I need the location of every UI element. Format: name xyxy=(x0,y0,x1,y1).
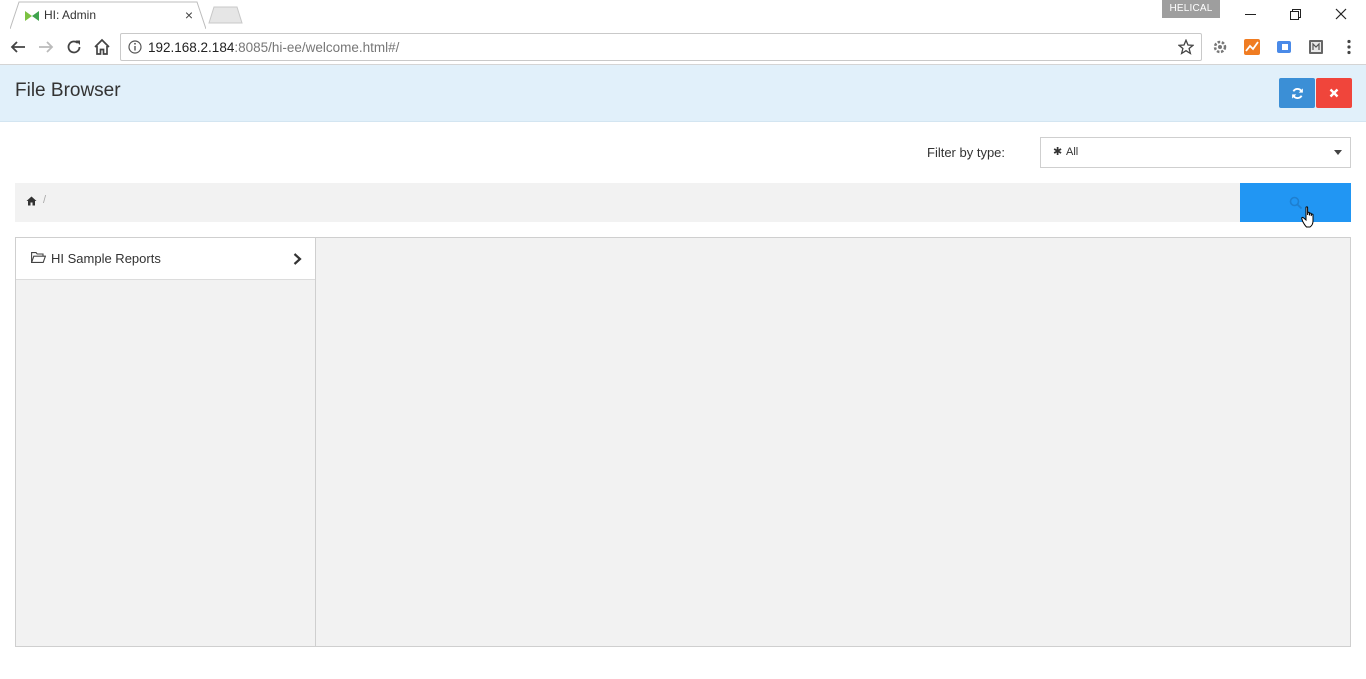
restore-icon xyxy=(1289,8,1301,20)
url-path: :8085/hi-ee/welcome.html#/ xyxy=(234,40,400,55)
browser-toolbar: 192.168.2.184:8085/hi-ee/welcome.html#/ xyxy=(0,29,1366,65)
close-panel-button[interactable] xyxy=(1316,78,1352,108)
back-button[interactable] xyxy=(6,35,30,59)
filter-selected-value: All xyxy=(1066,146,1079,158)
reload-button[interactable] xyxy=(62,35,86,59)
page-header: File Browser xyxy=(0,65,1366,122)
new-tab-button[interactable] xyxy=(208,6,244,24)
arrow-right-icon xyxy=(39,41,54,53)
extension-chart-icon[interactable] xyxy=(1243,38,1261,56)
tab-close-icon[interactable]: × xyxy=(182,8,196,22)
helical-favicon-icon xyxy=(25,11,39,21)
browser-menu-button[interactable] xyxy=(1339,36,1359,58)
forward-button[interactable] xyxy=(34,35,58,59)
breadcrumb-separator: / xyxy=(43,194,47,206)
close-window-icon xyxy=(1335,8,1347,20)
extension-box-icon[interactable] xyxy=(1307,38,1325,56)
page-content: File Browser Filter by type: ✱ All / HI … xyxy=(0,65,1366,679)
home-page-icon xyxy=(94,38,110,55)
profile-badge[interactable]: HELICAL xyxy=(1162,0,1220,18)
browser-tab-active[interactable]: HI: Admin × xyxy=(10,1,206,29)
filter-label: Filter by type: xyxy=(927,145,1006,160)
window-restore-button[interactable] xyxy=(1272,0,1318,28)
kebab-menu-icon xyxy=(1347,39,1351,55)
folder-label: HI Sample Reports xyxy=(51,251,161,266)
folder-tree-pane: HI Sample Reports xyxy=(16,238,316,646)
folder-open-icon xyxy=(31,252,46,263)
browser-titlebar: HI: Admin × HELICAL xyxy=(0,0,1366,29)
home-icon[interactable] xyxy=(26,196,37,206)
page-title: File Browser xyxy=(15,80,121,101)
tab-title: HI: Admin xyxy=(44,8,97,22)
window-close-button[interactable] xyxy=(1318,0,1364,28)
minimize-icon xyxy=(1244,13,1256,15)
refresh-button[interactable] xyxy=(1279,78,1315,108)
close-icon xyxy=(1329,88,1339,98)
asterisk-icon: ✱ xyxy=(1053,146,1063,158)
search-button[interactable] xyxy=(1240,183,1351,222)
extension-gear-icon[interactable] xyxy=(1211,38,1229,56)
url-host: 192.168.2.184 xyxy=(148,40,235,55)
arrow-left-icon xyxy=(10,41,25,53)
extension-blue-icon[interactable] xyxy=(1275,38,1293,56)
refresh-icon xyxy=(1291,87,1303,99)
address-bar[interactable]: 192.168.2.184:8085/hi-ee/welcome.html#/ xyxy=(120,33,1202,61)
home-button[interactable] xyxy=(90,35,114,59)
info-icon[interactable] xyxy=(128,40,142,54)
filter-type-select[interactable]: ✱ All xyxy=(1040,137,1351,168)
search-icon xyxy=(1289,196,1302,209)
chevron-right-icon[interactable] xyxy=(293,253,302,265)
file-browser-panel: HI Sample Reports xyxy=(15,237,1351,647)
url-text[interactable]: 192.168.2.184:8085/hi-ee/welcome.html#/ xyxy=(148,40,399,55)
file-content-pane xyxy=(316,238,1350,646)
caret-down-icon xyxy=(1334,150,1342,155)
breadcrumb: / xyxy=(15,183,1240,222)
reload-icon xyxy=(67,40,81,54)
folder-item[interactable]: HI Sample Reports xyxy=(16,238,315,280)
bookmark-star-icon[interactable] xyxy=(1178,39,1194,55)
window-minimize-button[interactable] xyxy=(1227,0,1273,28)
